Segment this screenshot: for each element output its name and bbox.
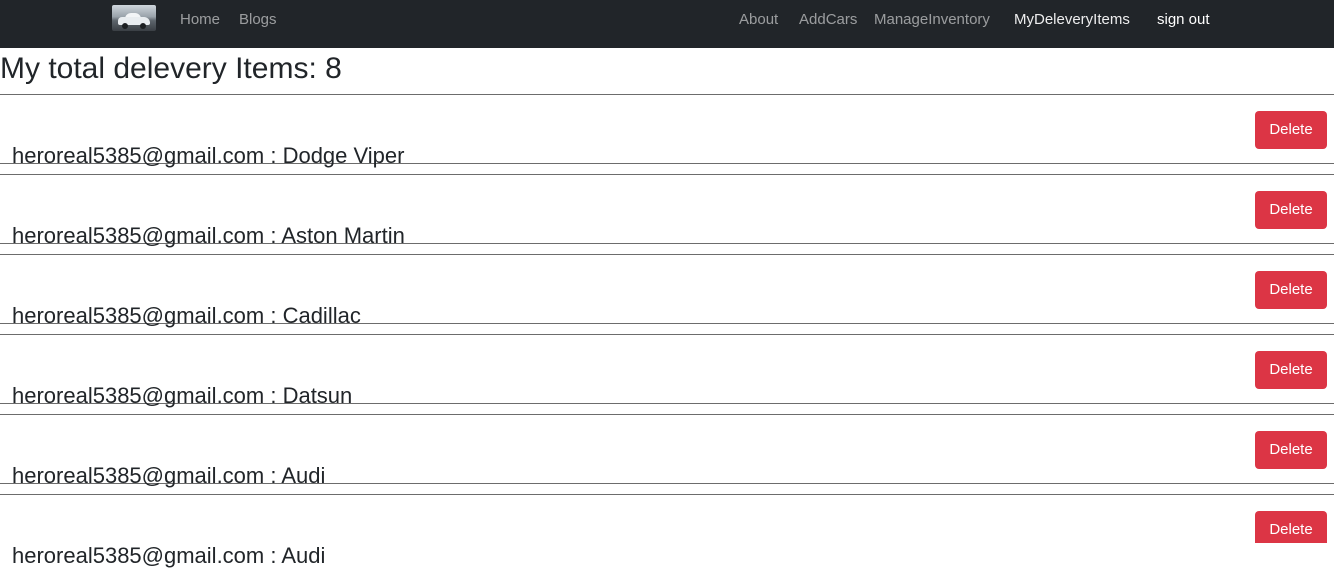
nav-link-mydeleveryitems[interactable]: MyDeleveryItems	[1014, 10, 1130, 30]
delivery-item-text: heroreal5385@gmail.com : Audi	[12, 543, 326, 569]
nav-link-about[interactable]: About	[739, 10, 778, 30]
nav-link-home[interactable]: Home	[180, 10, 220, 30]
delivery-item: heroreal5385@gmail.com : Aston Martin De…	[0, 174, 1334, 248]
delivery-item: heroreal5385@gmail.com : Audi Delete	[0, 494, 1334, 568]
delete-button[interactable]: Delete	[1255, 511, 1327, 543]
delivery-item-text: heroreal5385@gmail.com : Aston Martin	[12, 223, 405, 249]
delete-button[interactable]: Delete	[1255, 431, 1327, 469]
car-logo-icon[interactable]	[112, 5, 156, 31]
car-logo-wheel-rear	[140, 23, 146, 29]
delete-button[interactable]: Delete	[1255, 351, 1327, 389]
sign-out-link[interactable]: sign out	[1157, 10, 1210, 30]
car-logo-wheel-front	[122, 23, 128, 29]
delete-button[interactable]: Delete	[1255, 191, 1327, 229]
delivery-item: heroreal5385@gmail.com : Audi Delete	[0, 414, 1334, 488]
delivery-item: heroreal5385@gmail.com : Datsun Delete	[0, 334, 1334, 408]
delivery-item-text: heroreal5385@gmail.com : Dodge Viper	[12, 143, 405, 169]
nav-link-manageinventory[interactable]: ManageInventory	[874, 10, 990, 30]
delete-button[interactable]: Delete	[1255, 271, 1327, 309]
top-navbar: Home Blogs About AddCars ManageInventory…	[0, 0, 1334, 48]
nav-link-addcars[interactable]: AddCars	[799, 10, 857, 30]
delivery-item: heroreal5385@gmail.com : Dodge Viper Del…	[0, 94, 1334, 168]
delivery-item-text: heroreal5385@gmail.com : Datsun	[12, 383, 353, 409]
nav-link-blogs[interactable]: Blogs	[239, 10, 277, 30]
page-title: My total delevery Items: 8	[0, 52, 342, 85]
delivery-item-text: heroreal5385@gmail.com : Cadillac	[12, 303, 361, 329]
delivery-item-text: heroreal5385@gmail.com : Audi	[12, 463, 326, 489]
delete-button[interactable]: Delete	[1255, 111, 1327, 149]
delivery-item: heroreal5385@gmail.com : Cadillac Delete	[0, 254, 1334, 328]
